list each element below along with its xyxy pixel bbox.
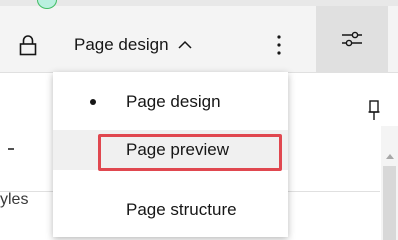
styles-label-fragment: yles: [0, 191, 29, 208]
menu-item-page-preview[interactable]: Page preview: [53, 130, 288, 170]
menu-item-label: Page preview: [126, 140, 230, 159]
chevron-up-icon: [178, 40, 192, 49]
page-mode-menu: Page design Page preview Page structure: [53, 72, 288, 237]
pin-icon[interactable]: [368, 99, 380, 121]
selected-bullet-icon: [90, 99, 96, 105]
overflow-menu-vertical-icon[interactable]: [274, 33, 284, 57]
menu-item-page-design[interactable]: Page design: [53, 82, 288, 122]
settings-adjust-button[interactable]: [316, 6, 388, 72]
menu-item-label: Page design: [126, 92, 221, 111]
menu-item-page-structure[interactable]: Page structure: [53, 190, 288, 230]
lock-icon[interactable]: [19, 34, 37, 56]
status-indicator: [37, 0, 57, 9]
page-mode-dropdown[interactable]: Page design: [74, 31, 192, 59]
page-mode-label: Page design: [74, 35, 169, 54]
scroll-up-arrow-icon[interactable]: [385, 152, 395, 160]
menu-item-label: Page structure: [126, 200, 237, 219]
scrollbar-thumb[interactable]: [383, 166, 396, 240]
settings-adjust-icon: [342, 31, 362, 47]
toolbar: Page design: [0, 0, 398, 73]
panel-fragment: [8, 148, 14, 150]
